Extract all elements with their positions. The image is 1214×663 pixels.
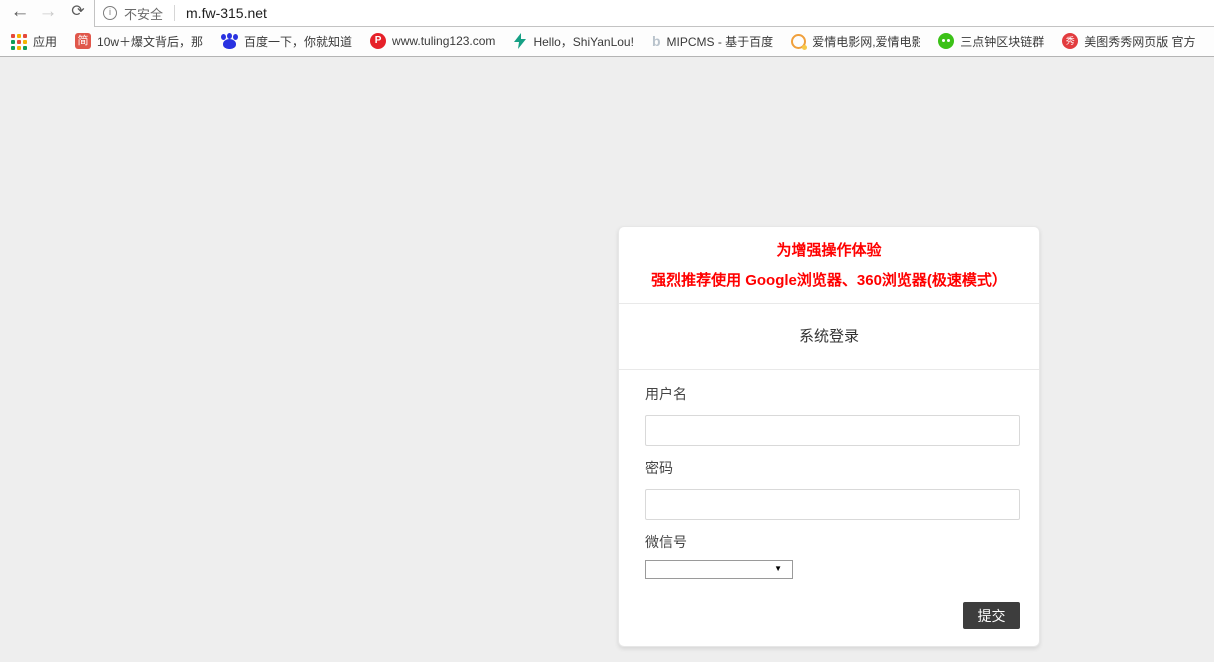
apps-grid-icon xyxy=(10,33,27,50)
bookmark-mipcms[interactable]: b MIPCMS - 基于百度 xyxy=(652,33,773,50)
password-label: 密码 xyxy=(645,458,1020,478)
bookmark-apps[interactable]: 应用 xyxy=(10,33,57,50)
browser-window: ← → ⟳ i 不安全 m.fw-315.net 应用 简 10w＋爆文背后，那… xyxy=(0,0,1214,662)
bookmark-label: 美图秀秀网页版 官方 xyxy=(1084,33,1195,50)
bookmark-label: 10w＋爆文背后，那 xyxy=(97,33,203,50)
wechat-select[interactable]: ▼ xyxy=(645,560,793,579)
tuling-p-icon: P xyxy=(370,33,386,49)
username-label: 用户名 xyxy=(645,384,1020,404)
wechat-group-icon xyxy=(938,33,954,49)
bookmark-label: 百度一下，你就知道 xyxy=(244,33,352,50)
mipcms-b-icon: b xyxy=(652,33,661,49)
bookmark-label: www.tuling123.com xyxy=(392,34,495,48)
bookmark-shiyanlou[interactable]: Hello，ShiYanLou! xyxy=(513,33,634,50)
login-form: 用户名 密码 微信号 ▼ 提交 xyxy=(619,384,1039,629)
bookmarks-bar: 应用 简 10w＋爆文背后，那 百度一下，你就知道 P www.tuling12… xyxy=(0,26,1214,57)
select-caret-icon: ▼ xyxy=(774,564,782,573)
baidu-paw-icon xyxy=(221,33,238,50)
browser-recommendation-notice: 为增强操作体验 强烈推荐使用 Google浏览器、360浏览器(极速模式） xyxy=(619,227,1039,304)
username-input[interactable] xyxy=(645,415,1020,446)
bookmark-label: MIPCMS - 基于百度 xyxy=(667,33,774,50)
password-input[interactable] xyxy=(645,489,1020,520)
bookmark-jianshu[interactable]: 简 10w＋爆文背后，那 xyxy=(75,33,203,50)
movie-ring-icon xyxy=(791,34,806,49)
security-status-label[interactable]: 不安全 xyxy=(124,4,163,23)
login-card: 为增强操作体验 强烈推荐使用 Google浏览器、360浏览器(极速模式） 系统… xyxy=(618,226,1040,647)
page-info-icon[interactable]: i xyxy=(103,6,117,20)
url-text[interactable]: m.fw-315.net xyxy=(186,5,267,21)
notice-line2: 强烈推荐使用 Google浏览器、360浏览器(极速模式） xyxy=(629,270,1029,291)
shiyanlou-icon xyxy=(513,33,527,49)
submit-button[interactable]: 提交 xyxy=(963,602,1020,629)
bookmark-label: 应用 xyxy=(33,33,57,50)
notice-line1: 为增强操作体验 xyxy=(629,240,1029,261)
back-icon[interactable]: ← xyxy=(8,0,32,26)
bookmark-label: 爱情电影网,爱情电影 xyxy=(812,33,920,50)
bookmark-tuling[interactable]: P www.tuling123.com xyxy=(370,33,495,49)
page-content: 为增强操作体验 强烈推荐使用 Google浏览器、360浏览器(极速模式） 系统… xyxy=(0,57,1214,662)
meitu-icon: 秀 xyxy=(1062,33,1078,49)
bookmark-movie[interactable]: 爱情电影网,爱情电影 xyxy=(791,33,920,50)
login-heading: 系统登录 xyxy=(619,304,1039,370)
bookmark-wechat-group[interactable]: 三点钟区块链群 xyxy=(938,33,1044,50)
address-bar[interactable]: i 不安全 m.fw-315.net xyxy=(94,0,1214,27)
browser-toolbar: ← → ⟳ i 不安全 m.fw-315.net xyxy=(0,0,1214,26)
wechat-label: 微信号 xyxy=(645,532,1020,552)
bookmark-meitu[interactable]: 秀 美图秀秀网页版 官方 xyxy=(1062,33,1195,50)
reload-icon[interactable]: ⟳ xyxy=(66,0,90,26)
jianshu-icon: 简 xyxy=(75,33,91,49)
bookmark-label: Hello，ShiYanLou! xyxy=(533,33,634,50)
bookmark-label: 三点钟区块链群 xyxy=(960,33,1044,50)
address-separator xyxy=(174,5,175,21)
bookmark-baidu[interactable]: 百度一下，你就知道 xyxy=(221,33,352,50)
forward-icon: → xyxy=(36,0,60,26)
